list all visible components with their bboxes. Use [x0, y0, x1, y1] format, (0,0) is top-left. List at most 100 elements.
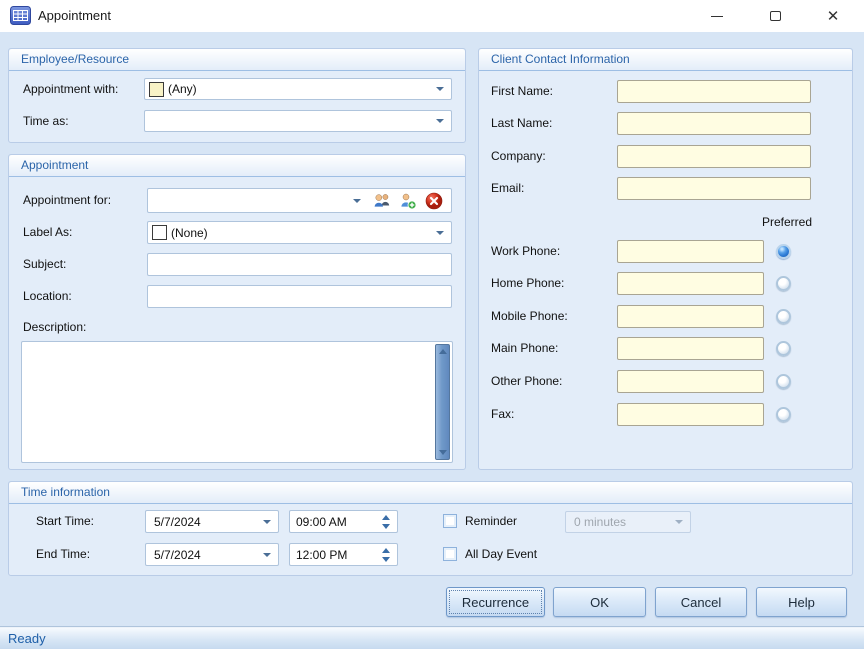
start-date-value: 5/7/2024 — [154, 514, 201, 529]
label-color-swatch — [152, 225, 167, 240]
end-time-spinner[interactable]: 12:00 PM — [289, 543, 398, 566]
main-phone-label: Main Phone: — [491, 341, 559, 355]
chevron-down-icon — [263, 552, 271, 557]
mobile-phone-label: Mobile Phone: — [491, 309, 568, 323]
subject-input[interactable] — [147, 253, 452, 276]
label-as-label: Label As: — [23, 225, 73, 239]
reminder-checkbox[interactable] — [443, 514, 457, 528]
chevron-down-icon — [436, 230, 444, 235]
start-date-picker[interactable]: 5/7/2024 — [145, 510, 279, 533]
close-icon: ✕ — [826, 8, 840, 25]
maximize-icon — [769, 11, 781, 21]
location-label: Location: — [23, 289, 72, 303]
vertical-scrollbar[interactable] — [435, 344, 450, 460]
minimize-icon — [711, 15, 723, 17]
work-phone-input[interactable] — [617, 240, 764, 263]
company-label: Company: — [491, 149, 546, 163]
fax-input[interactable] — [617, 403, 764, 426]
ok-button-label: OK — [590, 594, 609, 610]
scroll-down-icon[interactable] — [438, 450, 447, 455]
group-client-contact: Client Contact Information First Name: L… — [478, 48, 853, 470]
description-input[interactable] — [22, 342, 434, 462]
spin-down-icon[interactable] — [382, 523, 390, 529]
first-name-input[interactable] — [617, 80, 811, 103]
help-button[interactable]: Help — [756, 587, 847, 617]
chevron-down-icon — [436, 87, 444, 91]
fax-preferred-radio[interactable] — [776, 407, 791, 422]
main-phone-preferred-radio[interactable] — [776, 341, 791, 356]
first-name-label: First Name: — [491, 84, 554, 98]
appointment-for-combobox[interactable] — [147, 188, 452, 213]
close-button[interactable]: ✕ — [814, 0, 852, 32]
last-name-input[interactable] — [617, 112, 811, 135]
appointment-with-combobox[interactable]: (Any) — [144, 78, 452, 100]
start-time-label: Start Time: — [36, 514, 95, 528]
end-time-value: 12:00 PM — [296, 547, 348, 562]
end-date-value: 5/7/2024 — [154, 547, 201, 562]
time-as-combobox[interactable] — [144, 110, 452, 132]
group-title: Time information — [9, 482, 852, 504]
last-name-label: Last Name: — [491, 116, 553, 130]
company-input[interactable] — [617, 145, 811, 168]
reminder-label: Reminder — [465, 514, 518, 528]
spin-up-icon[interactable] — [382, 514, 390, 520]
group-title: Appointment — [9, 155, 465, 177]
description-field — [21, 341, 453, 463]
other-phone-preferred-radio[interactable] — [776, 374, 791, 389]
appointment-for-label: Appointment for: — [23, 193, 112, 207]
main-phone-input[interactable] — [617, 337, 764, 360]
recurrence-button[interactable]: Recurrence — [446, 587, 545, 617]
spin-down-icon[interactable] — [382, 556, 390, 562]
other-phone-input[interactable] — [617, 370, 764, 393]
reminder-duration-combobox: 0 minutes — [565, 511, 691, 533]
location-input[interactable] — [147, 285, 452, 308]
group-employee-resource: Employee/Resource Appointment with: (Any… — [8, 48, 466, 143]
resource-color-swatch — [149, 81, 164, 97]
chevron-down-icon — [436, 119, 444, 123]
clear-delete-icon[interactable] — [425, 192, 443, 210]
maximize-button[interactable] — [756, 0, 794, 32]
appointment-with-label: Appointment with: — [23, 82, 119, 96]
ok-button[interactable]: OK — [553, 587, 646, 617]
time-as-label: Time as: — [23, 114, 69, 128]
chevron-down-icon — [675, 520, 683, 524]
status-text: Ready — [8, 631, 46, 646]
status-bar: Ready — [0, 628, 864, 649]
home-phone-preferred-radio[interactable] — [776, 276, 791, 291]
add-client-icon[interactable] — [399, 192, 417, 210]
preferred-label: Preferred — [761, 215, 812, 229]
label-as-value: (None) — [171, 225, 208, 240]
clients-list-icon[interactable] — [373, 192, 391, 210]
end-time-label: End Time: — [36, 547, 91, 561]
minimize-button[interactable] — [698, 0, 736, 32]
mobile-phone-input[interactable] — [617, 305, 764, 328]
help-button-label: Help — [788, 594, 815, 610]
scroll-up-icon[interactable] — [438, 349, 447, 354]
label-as-combobox[interactable]: (None) — [147, 221, 452, 244]
group-title: Client Contact Information — [479, 49, 852, 71]
home-phone-input[interactable] — [617, 272, 764, 295]
work-phone-label: Work Phone: — [491, 244, 561, 258]
cancel-button-label: Cancel — [680, 594, 722, 610]
group-appointment: Appointment Appointment for: Label As: (… — [8, 154, 466, 470]
subject-label: Subject: — [23, 257, 67, 271]
group-title: Employee/Resource — [9, 49, 465, 71]
email-input[interactable] — [617, 177, 811, 200]
all-day-event-checkbox[interactable] — [443, 547, 457, 561]
cancel-button[interactable]: Cancel — [655, 587, 747, 617]
chevron-down-icon — [263, 519, 271, 524]
window-title: Appointment — [38, 8, 111, 23]
title-bar: Appointment ✕ — [0, 0, 864, 32]
chevron-down-icon — [353, 198, 361, 203]
description-label: Description: — [23, 320, 87, 334]
spin-up-icon[interactable] — [382, 547, 390, 553]
work-phone-preferred-radio[interactable] — [776, 244, 791, 259]
end-date-picker[interactable]: 5/7/2024 — [145, 543, 279, 566]
group-time-information: Time information Start Time: 5/7/2024 09… — [8, 481, 853, 576]
reminder-duration-value: 0 minutes — [574, 515, 627, 529]
appointment-dialog: Appointment ✕ Employee/Resource Appointm… — [0, 0, 864, 649]
recurrence-button-label: Recurrence — [461, 594, 530, 610]
home-phone-label: Home Phone: — [491, 276, 565, 290]
start-time-spinner[interactable]: 09:00 AM — [289, 510, 398, 533]
mobile-phone-preferred-radio[interactable] — [776, 309, 791, 324]
